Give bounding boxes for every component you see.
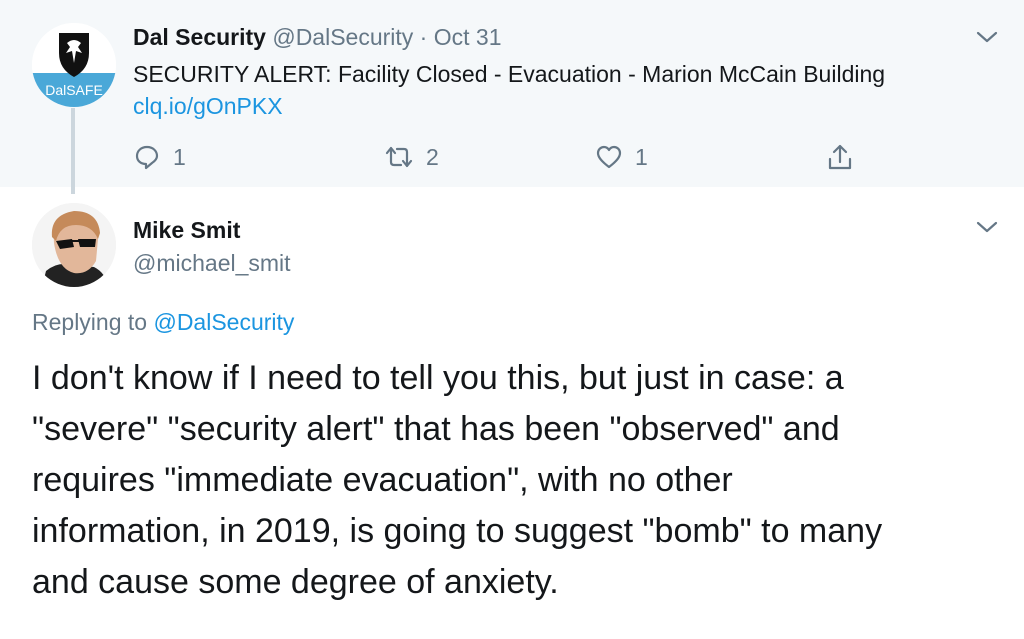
like-icon [596, 145, 622, 169]
retweet-count: 2 [426, 143, 439, 170]
parent-tweet[interactable]: DalSAFE Dal Security @DalSecurity · Oct … [0, 0, 1024, 187]
mike-smit-avatar[interactable] [32, 203, 116, 287]
parent-tweet-link[interactable]: clq.io/gOnPKX [133, 91, 283, 121]
reply-handle[interactable]: @michael_smit [133, 248, 291, 278]
parent-tweet-text: SECURITY ALERT: Facility Closed - Evacua… [133, 61, 886, 87]
share-icon [828, 144, 852, 170]
replying-to-prefix: Replying to [32, 309, 154, 335]
avatar-badge-text: DalSAFE [45, 82, 103, 98]
avatar-image [32, 203, 116, 287]
replying-to-line: Replying to @DalSecurity [32, 307, 294, 337]
reply-count: 1 [173, 143, 186, 170]
parent-display-name[interactable]: Dal Security [133, 24, 266, 50]
chevron-down-icon[interactable] [974, 218, 1000, 236]
reply-button[interactable]: 1 [133, 140, 186, 174]
dalsecurity-avatar[interactable]: DalSAFE [32, 23, 116, 107]
header-separator: · [413, 24, 434, 50]
reply-display-name[interactable]: Mike Smit [133, 215, 240, 245]
parent-header: Dal Security @DalSecurity · Oct 31 [133, 22, 502, 52]
dalsafe-logo: DalSAFE [32, 23, 116, 107]
parent-date[interactable]: Oct 31 [434, 24, 502, 50]
parent-actions-bar: 1 2 1 [0, 140, 1024, 174]
like-count: 1 [635, 143, 648, 170]
replying-to-handle[interactable]: @DalSecurity [153, 309, 294, 335]
retweet-button[interactable]: 2 [384, 140, 439, 174]
share-button[interactable] [826, 140, 854, 174]
parent-handle[interactable]: @DalSecurity [272, 24, 413, 50]
retweet-icon [385, 146, 413, 168]
chevron-down-icon[interactable] [974, 28, 1000, 46]
reply-icon [135, 145, 159, 170]
like-button[interactable]: 1 [595, 140, 648, 174]
thread-connector-line [71, 108, 75, 194]
reply-tweet-text: I don't know if I need to tell you this,… [32, 359, 883, 601]
